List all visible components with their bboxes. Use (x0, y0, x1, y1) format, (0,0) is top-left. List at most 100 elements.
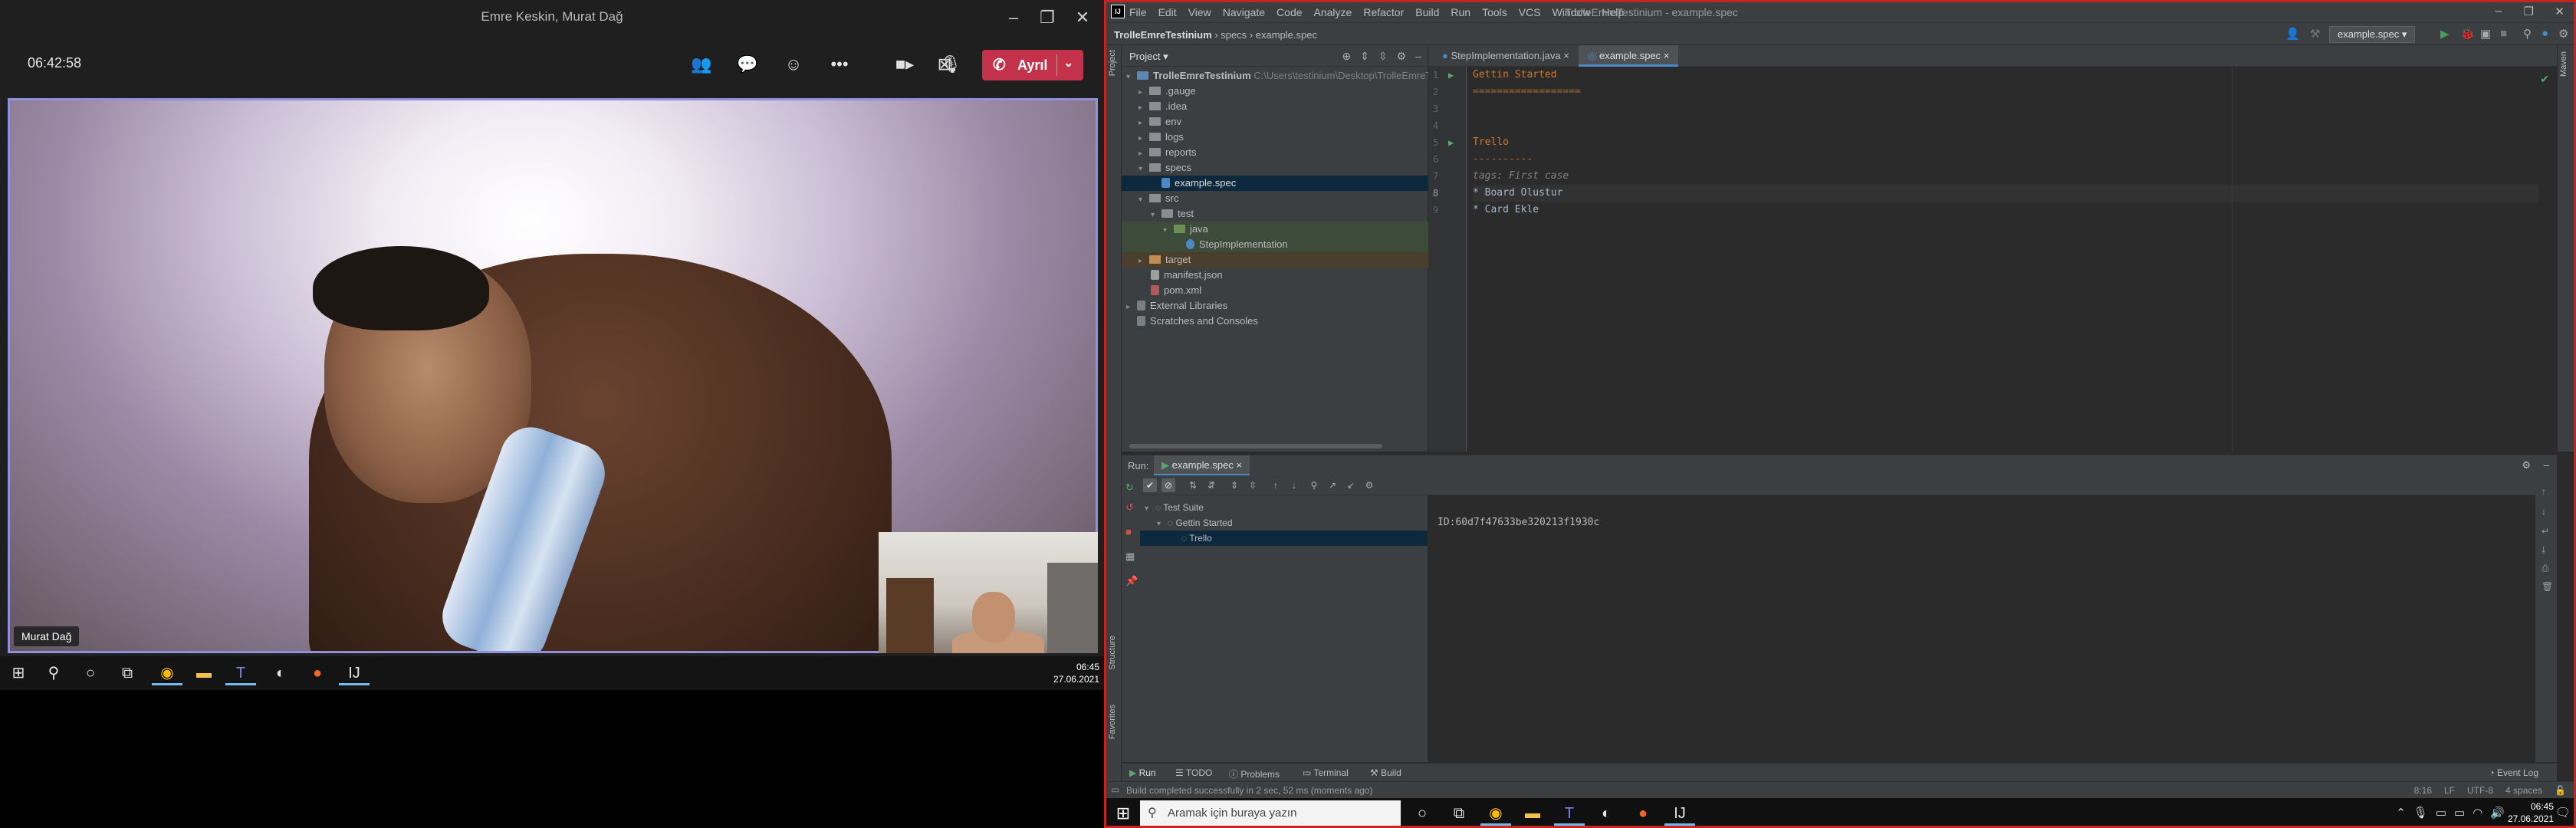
tree-item-target[interactable]: ▸ target (1122, 252, 1428, 268)
minimize-icon[interactable]: – (998, 6, 1029, 29)
structure-tool-tab[interactable]: Structure (1108, 636, 1117, 670)
expand-tests-icon[interactable]: ⇕ (1227, 478, 1241, 492)
prev-failed-icon[interactable]: ↑ (1269, 478, 1283, 492)
ide-maximize-icon[interactable]: ❐ (2524, 5, 2534, 18)
ide-close-icon[interactable]: ✕ (2555, 5, 2564, 18)
search-everywhere-icon[interactable]: ⚲ (2523, 27, 2532, 41)
run-scenario-icon[interactable]: ▶ (1448, 134, 1454, 151)
windows-start-icon[interactable]: ⊞ (3, 661, 34, 685)
leave-button[interactable]: ✆ Ayrıl ⌄ (982, 50, 1083, 80)
scroll-up-icon[interactable]: ↑ (2542, 486, 2546, 497)
search-icon[interactable]: ⚲ (38, 661, 69, 685)
stop-icon[interactable]: ■ (2500, 27, 2507, 40)
volume-icon[interactable]: 🔊 (2490, 806, 2505, 820)
user-icon[interactable]: 👤 (2285, 27, 2300, 41)
run-settings-icon[interactable]: ⚙ (2522, 459, 2531, 472)
file-explorer-icon[interactable]: ▬ (1517, 801, 1548, 826)
chrome-icon[interactable]: ◉ (1480, 801, 1511, 826)
gear-icon[interactable]: ⚙ (1397, 50, 1407, 63)
test-scenario-node[interactable]: ◌ Trello (1140, 531, 1428, 546)
build-tool-tab[interactable]: ⚒ Build (1370, 767, 1401, 778)
stop-run-icon[interactable]: ■ (1125, 526, 1132, 537)
file-explorer-icon[interactable]: ▬ (189, 661, 219, 685)
cursor-position[interactable]: 8:16 (2414, 785, 2432, 796)
rerun-icon[interactable]: ↻ (1125, 481, 1134, 494)
breadcrumb-file[interactable]: example.spec (1256, 29, 1317, 41)
teams-icon[interactable]: T (1554, 801, 1585, 826)
event-log-tool-tab[interactable]: ◔ Event Log (2489, 767, 2538, 778)
tab-stepimplementation[interactable]: ● StepImplementation.java × (1433, 45, 1579, 67)
settings-icon[interactable]: ⚙ (2558, 27, 2568, 41)
project-horizontal-scrollbar[interactable] (1129, 444, 1382, 449)
tree-item-reports[interactable]: ▸ reports (1122, 145, 1428, 160)
windows-start-icon[interactable]: ⊞ (1112, 803, 1134, 824)
tree-item-manifest[interactable]: manifest.json (1122, 268, 1428, 283)
maximize-icon[interactable]: ❐ (1032, 6, 1063, 29)
menu-analyze[interactable]: Analyze (1314, 6, 1352, 18)
taskbar-search-input[interactable]: ⚲ Aramak için buraya yazın (1140, 800, 1401, 826)
reactions-icon[interactable]: ☺ (778, 51, 809, 78)
maven-tool-tab[interactable]: Maven (2559, 51, 2568, 77)
tree-item-gauge[interactable]: ▸ .gauge (1122, 84, 1428, 99)
chevron-down-icon[interactable]: ⌄ (1063, 55, 1073, 71)
teams-icon[interactable]: T (225, 661, 256, 685)
menu-edit[interactable]: Edit (1158, 6, 1177, 18)
zoom-icon[interactable]: ⚲ (1307, 478, 1321, 492)
menu-navigate[interactable]: Navigate (1223, 6, 1265, 18)
tree-item-env[interactable]: ▸ env (1122, 114, 1428, 130)
project-tool-tab[interactable]: Project (1108, 50, 1117, 76)
wifi-icon[interactable]: ◠ (2472, 806, 2482, 820)
menu-run[interactable]: Run (1451, 6, 1470, 18)
updates-icon[interactable]: ● (2542, 27, 2548, 40)
tree-item-root[interactable]: ▾ TrolleEmreTestinium C:\Users\testinium\… (1122, 68, 1436, 84)
chevron-up-icon[interactable]: ⌃ (2396, 806, 2406, 820)
test-spec-node[interactable]: ▾ ◌ Gettin Started (1157, 515, 1233, 531)
breadcrumb-folder[interactable]: specs (1221, 29, 1247, 41)
menu-view[interactable]: View (1188, 6, 1211, 18)
tree-item-test[interactable]: ▾ test (1122, 206, 1428, 222)
print-icon[interactable]: ⎙ (2542, 563, 2549, 574)
run-spec-icon[interactable]: ▶ (1448, 67, 1454, 84)
menu-code[interactable]: Code (1276, 6, 1302, 18)
pin-icon[interactable]: 📌 (1125, 575, 1138, 587)
test-suite-node[interactable]: ▾ ◌ Test Suite (1145, 500, 1204, 515)
stop-share-icon[interactable]: ⊠ (929, 51, 960, 78)
clear-console-icon[interactable]: 🗑 (2542, 581, 2553, 592)
display-icon[interactable]: ▭ (2454, 806, 2465, 820)
ide-minimize-icon[interactable]: – (2496, 5, 2502, 18)
favorites-tool-tab[interactable]: Favorites (1108, 705, 1117, 739)
export-icon[interactable]: ↗ (1326, 478, 1339, 492)
tree-item-external-libraries[interactable]: ▸ External Libraries (1122, 298, 1428, 314)
postman-icon[interactable]: ● (1628, 801, 1658, 826)
chat-icon[interactable]: 💬 (732, 51, 763, 78)
close-tab-icon[interactable]: × (1664, 50, 1670, 61)
run-hide-icon[interactable]: – (2544, 459, 2549, 471)
close-tab-icon[interactable]: × (1563, 50, 1569, 61)
indent-setting[interactable]: 4 spaces (2505, 785, 2542, 796)
mic-icon[interactable]: 🎙 (2413, 806, 2428, 820)
tree-item-idea[interactable]: ▸ .idea (1122, 99, 1428, 114)
tree-item-src[interactable]: ▾ src (1122, 191, 1428, 206)
test-settings-icon[interactable]: ⚙ (1362, 478, 1376, 492)
postman-icon[interactable]: ● (302, 661, 333, 685)
tree-item-specs[interactable]: ▾ specs (1122, 160, 1428, 176)
lock-icon[interactable]: 🔓 (2555, 785, 2566, 796)
tree-item-example-spec[interactable]: example.spec (1122, 176, 1428, 191)
camera-icon[interactable]: ■▸ (889, 51, 920, 78)
line-separator[interactable]: LF (2444, 785, 2455, 796)
code-content[interactable]: Gettin Started ================== Trello… (1473, 67, 2538, 452)
scroll-down-icon[interactable]: ↓ (2542, 506, 2546, 517)
tab-example-spec[interactable]: ◎ example.spec × (1579, 45, 1679, 67)
notification-icon[interactable]: 🗨 (2555, 805, 2571, 820)
console-output[interactable]: ID:60d7f47633be320213f1930c (1438, 517, 1599, 528)
task-view-icon[interactable]: ⧉ (1444, 801, 1474, 826)
debug-icon[interactable]: 🐞 (2460, 27, 2475, 41)
app-icon[interactable]: ◐ (1591, 801, 1622, 826)
run-tool-tab[interactable]: ▶ Run (1129, 767, 1156, 778)
breadcrumb-project[interactable]: TrolleEmreTestinium (1114, 29, 1212, 41)
hammer-icon[interactable]: ⚒ (2310, 27, 2320, 41)
sort-duration-icon[interactable]: ⇵ (1204, 478, 1218, 492)
project-panel-title[interactable]: Project ▾ (1129, 51, 1168, 63)
tree-item-logs[interactable]: ▸ logs (1122, 130, 1428, 145)
close-icon[interactable]: ✕ (1067, 6, 1098, 29)
